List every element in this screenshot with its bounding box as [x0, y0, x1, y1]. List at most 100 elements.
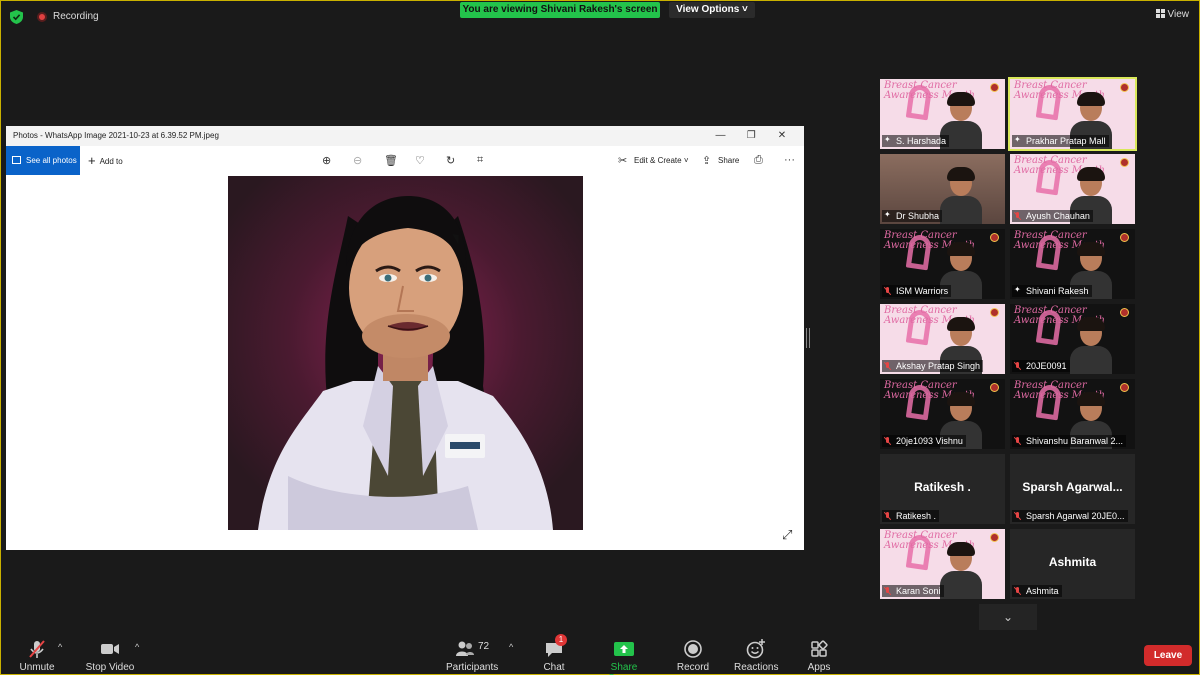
institute-logo-icon: [990, 83, 999, 92]
participant-name: 20je1093 Vishnu: [896, 436, 963, 446]
stop-video-label: Stop Video: [85, 662, 135, 673]
participant-tile[interactable]: Breast Cancer Awareness Month 20je1093 Vis…: [880, 379, 1005, 449]
institute-logo-icon: [1120, 83, 1129, 92]
participant-tile[interactable]: Breast Cancer Awareness Month Akshay Prata…: [880, 304, 1005, 374]
chevron-down-icon: ˅: [683, 156, 689, 165]
participants-button[interactable]: 72 Participants: [446, 638, 498, 673]
expand-fullscreen-icon[interactable]: ⤢: [782, 527, 792, 543]
more-options-icon[interactable]: ···: [784, 154, 795, 166]
muted-mic-icon: [884, 512, 892, 520]
participant-name-label: Shivani Rakesh: [1012, 285, 1092, 297]
muted-mic-icon: [884, 437, 892, 445]
muted-mic-icon: [884, 587, 892, 595]
crop-icon[interactable]: ⌗: [477, 154, 483, 167]
smiley-reaction-icon: [746, 639, 765, 659]
participant-tile[interactable]: Breast CancerAwareness MonthShivani Rake…: [1010, 229, 1135, 299]
share-button[interactable]: Share: [718, 146, 739, 175]
share-label: Share: [718, 156, 740, 165]
see-all-label: See all photos: [26, 156, 77, 165]
chat-button[interactable]: 1 Chat: [539, 634, 569, 673]
participant-name-label: Prakhar Pratap Mall: [1012, 135, 1109, 147]
participant-name: Sparsh Agarwal 20JE0...: [1026, 511, 1125, 521]
muted-mic-icon: [884, 362, 892, 370]
unmute-button[interactable]: Unmute: [18, 638, 56, 673]
audio-options-caret-icon[interactable]: ^: [58, 642, 62, 652]
edit-create-icon: ✂: [618, 155, 628, 167]
muted-mic-icon: [884, 287, 892, 295]
photos-title-bar: Photos - WhatsApp Image 2021-10-23 at 6.…: [6, 126, 804, 146]
participant-name-label: Akshay Pratap Singh: [882, 360, 984, 372]
zoom-out-icon[interactable]: ⊖: [353, 154, 362, 167]
participant-tile[interactable]: Breast Cancer Awareness Month Karan Soni: [880, 529, 1005, 599]
minimize-icon[interactable]: —: [706, 126, 734, 146]
muted-mic-icon: [1014, 212, 1022, 220]
share-screen-button[interactable]: Share Screen: [594, 638, 654, 675]
plus-icon: +: [88, 153, 96, 168]
print-icon[interactable]: ⎙: [754, 154, 763, 167]
close-icon[interactable]: ✕: [768, 126, 796, 146]
favorite-heart-icon[interactable]: ♡: [415, 154, 425, 167]
participant-name: Karan Soni: [896, 586, 941, 596]
record-button[interactable]: Record: [676, 638, 710, 673]
participants-options-caret-icon[interactable]: ^: [509, 642, 513, 652]
shared-photos-window: Photos - WhatsApp Image 2021-10-23 at 6.…: [6, 126, 804, 550]
institute-logo-icon: [990, 233, 999, 242]
add-to-button[interactable]: + Add to: [88, 146, 123, 176]
reactions-label: Reactions: [734, 662, 779, 673]
participant-name-label: Sparsh Agarwal 20JE0...: [1012, 510, 1128, 522]
view-options-label: View Options: [676, 4, 740, 15]
view-options-button[interactable]: View Options ˅: [669, 2, 755, 18]
edit-create-button[interactable]: Edit & Create ˅: [634, 146, 688, 175]
participant-name: Shivani Rakesh: [1026, 286, 1089, 296]
pin-icon: [884, 135, 892, 145]
institute-logo-icon: [1120, 308, 1129, 317]
restore-icon[interactable]: ❐: [737, 126, 765, 146]
recording-icon: [37, 12, 47, 22]
view-label: View: [1167, 9, 1190, 20]
video-options-caret-icon[interactable]: ^: [135, 642, 139, 652]
chevron-down-icon: ˅: [742, 4, 748, 15]
share-icon: ⇪: [702, 155, 712, 167]
muted-mic-icon: [1014, 587, 1022, 595]
participant-name: 20JE0091: [1026, 361, 1067, 371]
panel-resize-handle[interactable]: [806, 328, 810, 348]
share-screen-icon: [614, 642, 634, 656]
leave-meeting-button[interactable]: Leave: [1144, 645, 1192, 666]
see-all-photos-button[interactable]: See all photos: [6, 146, 80, 175]
institute-logo-icon: [1120, 233, 1129, 242]
edit-create-label: Edit & Create: [634, 156, 682, 165]
participant-tile[interactable]: Breast Cancer Awareness Month 20JE0091: [1010, 304, 1135, 374]
chat-unread-badge: 1: [555, 634, 567, 646]
participant-tile[interactable]: Breast CancerAwareness MonthPrakhar Prat…: [1008, 77, 1137, 151]
participant-name-label: 20je1093 Vishnu: [882, 435, 966, 447]
participant-tile[interactable]: Sparsh Agarwal... Sparsh Agarwal 20JE0...: [1010, 454, 1135, 524]
participant-name: Prakhar Pratap Mall: [1026, 136, 1106, 146]
reactions-button[interactable]: Reactions: [734, 638, 778, 673]
participant-name: Shivanshu Baranwal 2...: [1026, 436, 1124, 446]
participant-name-label: ISM Warriors: [882, 285, 952, 297]
participant-tile[interactable]: Breast Cancer Awareness Month Shivanshu Ba…: [1010, 379, 1135, 449]
view-button[interactable]: View: [1155, 9, 1190, 20]
rotate-icon[interactable]: ↻: [446, 154, 455, 167]
participant-tile[interactable]: Breast Cancer Awareness Month Ayush Chauha…: [1010, 154, 1135, 224]
participant-tile[interactable]: Dr Shubha: [880, 154, 1005, 224]
participants-icon: [456, 641, 474, 656]
apps-button[interactable]: Apps: [804, 638, 834, 673]
record-label: Record: [676, 662, 710, 673]
participant-display-name: Ratikesh .: [914, 480, 971, 494]
delete-icon[interactable]: 🗑: [384, 154, 398, 167]
participant-display-name: Ashmita: [1048, 555, 1097, 569]
participant-tile[interactable]: Ratikesh . Ratikesh .: [880, 454, 1005, 524]
zoom-in-icon[interactable]: ⊕: [322, 154, 331, 167]
stop-video-button[interactable]: Stop Video: [85, 638, 135, 673]
security-shield-icon[interactable]: [10, 10, 23, 24]
scroll-down-gallery-button[interactable]: ⌄: [979, 604, 1037, 630]
photos-window-title: Photos - WhatsApp Image 2021-10-23 at 6.…: [13, 131, 219, 140]
participant-tile[interactable]: Ashmita Ashmita: [1010, 529, 1135, 599]
pin-icon: [1014, 135, 1022, 145]
institute-logo-icon: [990, 383, 999, 392]
add-to-label: Add to: [99, 157, 123, 166]
participant-tile[interactable]: Breast Cancer Awareness Month ISM Warriors: [880, 229, 1005, 299]
participant-tile[interactable]: Breast CancerAwareness MonthS. Harshada: [880, 79, 1005, 149]
participant-video-person: [940, 542, 982, 599]
